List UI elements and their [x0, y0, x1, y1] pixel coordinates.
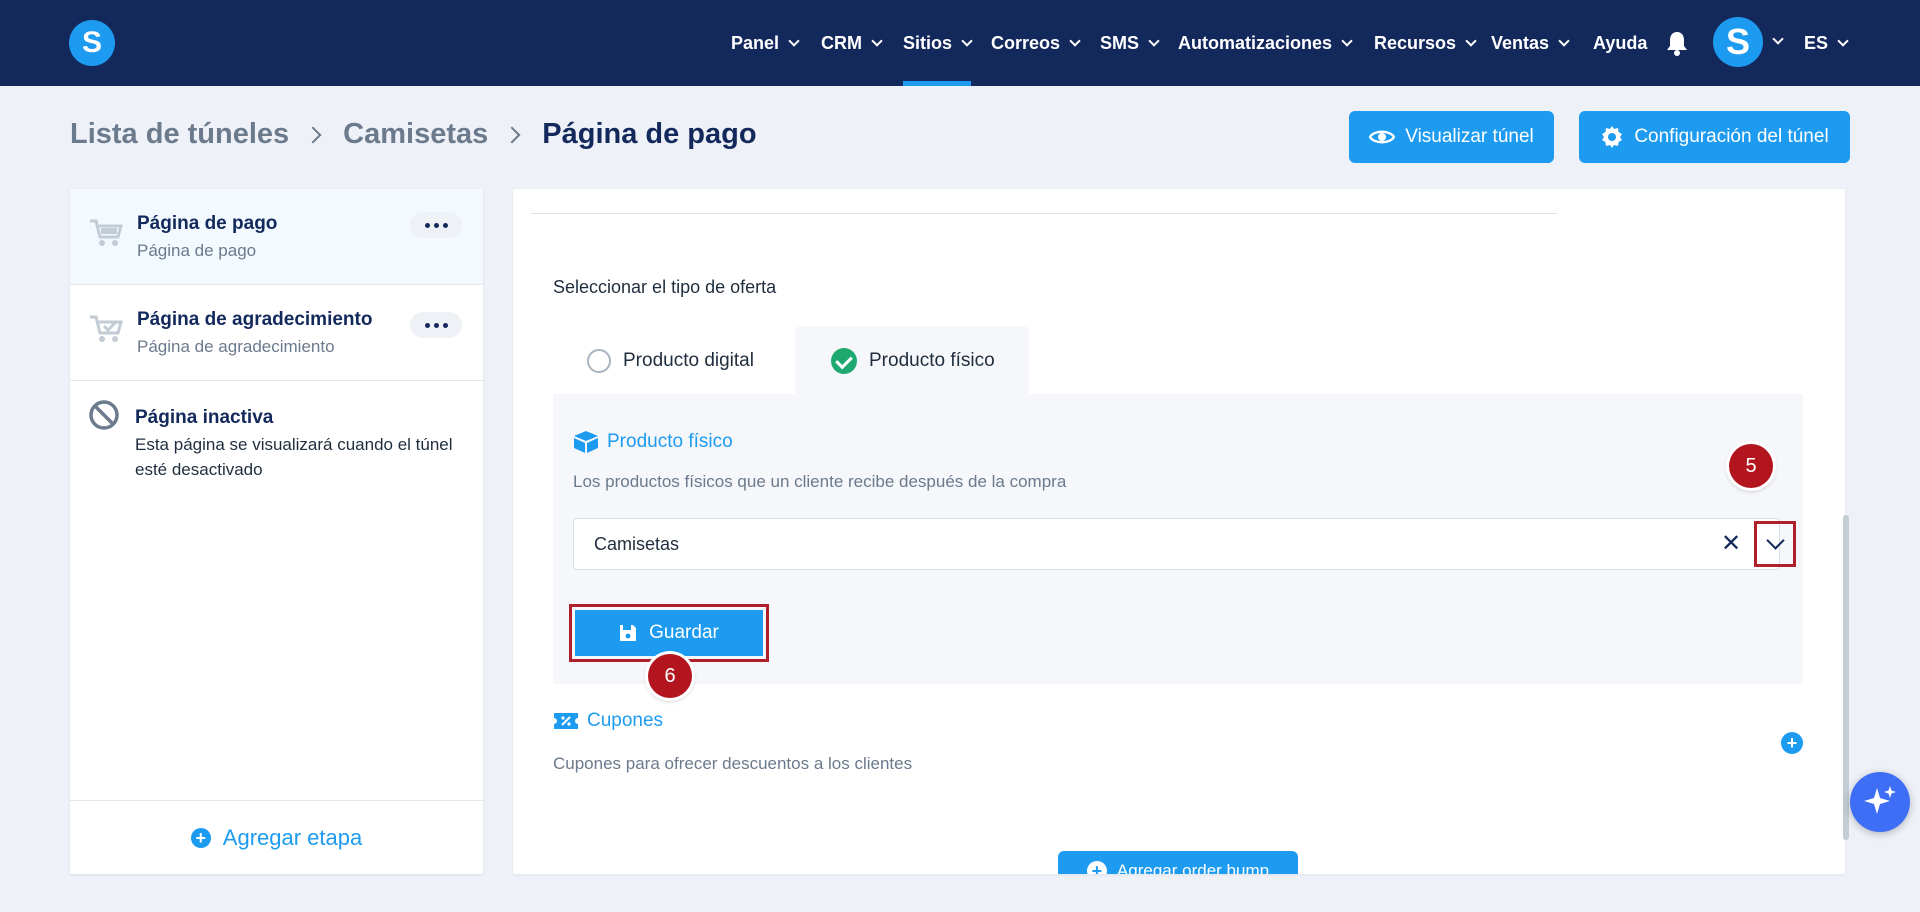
nav-item-recursos[interactable]: Recursos — [1374, 0, 1477, 86]
breadcrumb-link-funnel[interactable]: Camisetas — [343, 118, 488, 151]
chevron-down-icon[interactable] — [1772, 33, 1784, 45]
coupons-heading: Cupones — [553, 710, 663, 732]
product-select[interactable]: Camisetas ✕ — [573, 518, 1796, 570]
save-button[interactable]: Guardar — [575, 610, 763, 656]
eye-icon — [1369, 130, 1396, 144]
physical-product-title: Producto físico — [607, 431, 733, 452]
nav-item-automatizaciones[interactable]: Automatizaciones — [1178, 0, 1353, 86]
tab-physical-product[interactable]: Producto físico — [795, 326, 1029, 396]
ban-icon — [89, 400, 119, 430]
steps-sidebar: Página de pago Página de pago Página de … — [70, 189, 483, 874]
add-order-bump-button[interactable]: + Agregar order bump — [1058, 851, 1298, 874]
view-funnel-button[interactable]: Visualizar túnel — [1349, 111, 1554, 163]
nav-label: Panel — [731, 32, 780, 53]
offer-type-label: Seleccionar el tipo de oferta — [553, 277, 777, 297]
nav-item-correos[interactable]: Correos — [991, 0, 1081, 86]
inactive-page-title[interactable]: Página inactiva — [135, 407, 273, 429]
step-thank-you-page[interactable]: Página de agradecimiento Página de agrad… — [70, 285, 483, 381]
funnel-settings-label: Configuración del túnel — [1634, 126, 1829, 147]
language-label: ES — [1804, 32, 1829, 53]
chevron-down-icon — [1465, 34, 1477, 47]
sparkle-icon — [1864, 786, 1896, 814]
step-title: Página de pago — [137, 213, 278, 234]
nav-label: CRM — [821, 32, 862, 53]
nav-item-ventas[interactable]: Ventas — [1491, 0, 1570, 86]
nav-item-panel[interactable]: Panel — [731, 0, 800, 86]
nav-label: Ayuda — [1593, 32, 1648, 53]
user-avatar[interactable]: S — [1713, 17, 1763, 67]
chevron-down-icon — [1148, 34, 1160, 47]
nav-item-sms[interactable]: SMS — [1100, 0, 1160, 86]
physical-product-heading: Producto físico — [573, 430, 733, 454]
box-icon — [574, 431, 598, 453]
plus-circle-icon: + — [1086, 861, 1107, 874]
chevron-down-icon — [1837, 34, 1849, 47]
coupons-title: Cupones — [587, 710, 664, 731]
coupon-icon — [554, 713, 578, 729]
chevron-down-icon — [871, 34, 883, 47]
cart-check-icon — [90, 315, 123, 342]
nav-label: Automatizaciones — [1178, 32, 1333, 53]
divider — [531, 213, 1557, 214]
plus-circle-icon: + — [190, 827, 211, 848]
nav-label: Recursos — [1374, 32, 1457, 53]
physical-product-description: Los productos físicos que un cliente rec… — [573, 472, 1067, 491]
language-selector[interactable]: ES — [1804, 0, 1849, 86]
breadcrumb-link-tunnels[interactable]: Lista de túneles — [70, 118, 289, 151]
floppy-disk-icon — [620, 625, 637, 641]
funnel-settings-button[interactable]: Configuración del túnel — [1579, 111, 1850, 163]
app-logo[interactable]: S — [69, 20, 115, 66]
cart-icon — [90, 219, 123, 246]
coupons-description: Cupones para ofrecer descuentos a los cl… — [553, 754, 913, 773]
offer-editor-panel: Seleccionar el tipo de oferta Producto d… — [513, 189, 1845, 874]
dropdown-toggle-button[interactable] — [1754, 521, 1796, 567]
breadcrumb: Lista de túneles Camisetas Página de pag… — [70, 118, 757, 151]
nav-item-ayuda[interactable]: Ayuda — [1593, 0, 1647, 86]
clear-selection-icon[interactable]: ✕ — [1721, 529, 1741, 558]
add-step-button[interactable]: + Agregar etapa — [70, 800, 483, 874]
step-options-button[interactable] — [410, 212, 462, 238]
inactive-page-description: Esta página se visualizará cuando el tún… — [135, 435, 453, 479]
step-badge-5: 5 — [1729, 444, 1773, 488]
tab-label: Producto físico — [869, 350, 995, 371]
scrollbar[interactable] — [1843, 515, 1849, 840]
page-title: Página de pago — [542, 118, 757, 150]
add-step-label: Agregar etapa — [222, 824, 363, 850]
chevron-down-icon — [1069, 34, 1081, 47]
step-subtitle: Página de agradecimiento — [137, 337, 335, 356]
nav-item-crm[interactable]: CRM — [821, 0, 883, 86]
save-label: Guardar — [649, 622, 719, 643]
step-subtitle: Página de pago — [137, 241, 257, 260]
chevron-right-icon — [503, 126, 521, 143]
nav-label: Sitios — [903, 32, 953, 53]
check-circle-icon — [831, 348, 857, 374]
chevron-down-icon — [1558, 34, 1570, 47]
view-funnel-label: Visualizar túnel — [1405, 126, 1534, 147]
nav-item-sitios[interactable]: Sitios — [903, 0, 973, 86]
chevron-down-icon — [961, 34, 973, 47]
nav-label: Ventas — [1491, 32, 1550, 53]
step-badge-6: 6 — [648, 654, 692, 698]
nav-label: SMS — [1100, 32, 1140, 53]
chevron-down-icon — [1341, 34, 1353, 47]
top-navigation-bar: S Panel CRM Sitios Correos SMS Automatiz… — [0, 0, 1920, 86]
step-title: Página de agradecimiento — [137, 309, 373, 330]
chevron-right-icon — [304, 126, 322, 143]
tab-digital-product[interactable]: Producto digital — [553, 326, 793, 396]
tab-label: Producto digital — [623, 350, 754, 371]
step-options-button[interactable] — [410, 312, 462, 338]
bell-icon[interactable] — [1665, 30, 1689, 56]
product-select-value: Camisetas — [594, 534, 680, 554]
add-coupon-button[interactable]: + — [1781, 732, 1803, 754]
step-checkout-page[interactable]: Página de pago Página de pago — [70, 189, 483, 285]
physical-product-section: Producto físico Los productos físicos qu… — [553, 394, 1803, 684]
gear-icon — [1602, 126, 1623, 148]
radio-unchecked-icon — [587, 349, 611, 373]
chevron-down-icon — [788, 34, 800, 47]
nav-label: Correos — [991, 32, 1061, 53]
ai-assistant-button[interactable] — [1850, 772, 1910, 832]
order-bump-label: Agregar order bump — [1116, 861, 1270, 874]
